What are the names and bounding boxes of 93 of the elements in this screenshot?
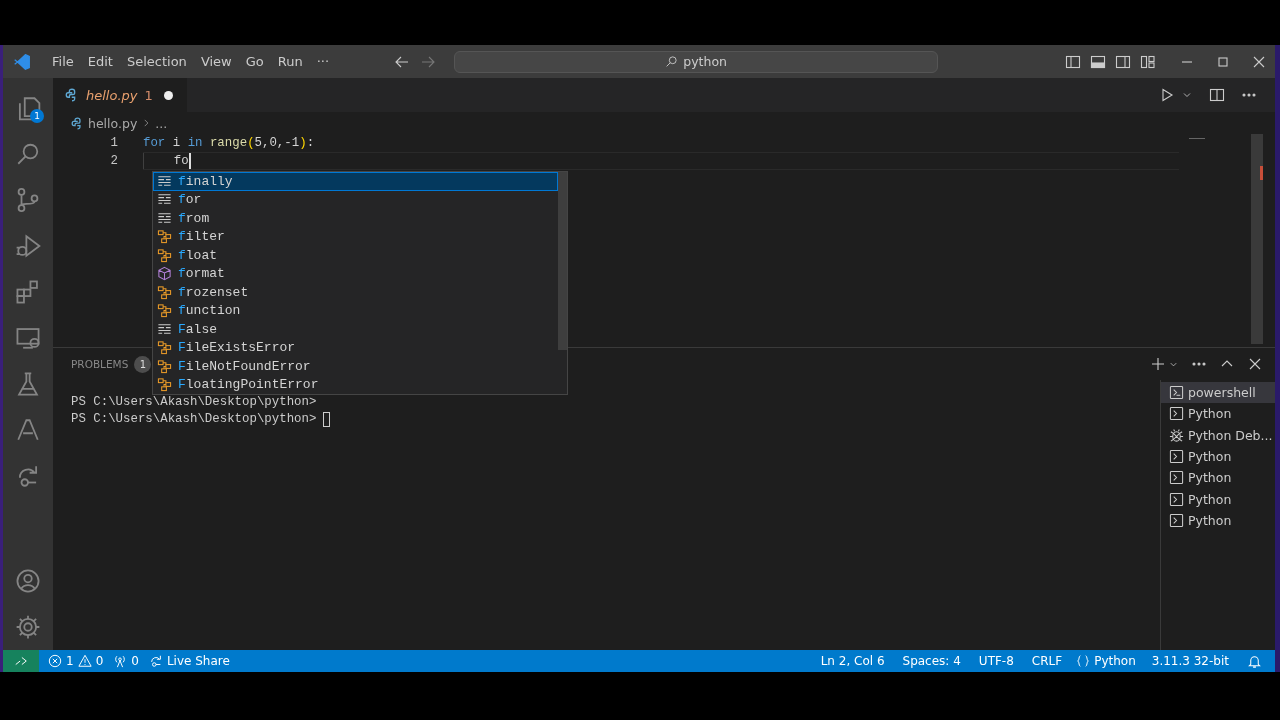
suggestion-item[interactable]: float: [153, 246, 558, 265]
bug-icon: [1169, 427, 1184, 443]
suggestion-item[interactable]: False: [153, 320, 558, 339]
close-icon[interactable]: [1247, 356, 1263, 372]
remote-icon: [14, 654, 28, 668]
breadcrumb-item[interactable]: hello.py: [88, 115, 138, 131]
scrollbar[interactable]: [1251, 134, 1263, 344]
cube-icon: [157, 266, 172, 282]
python-file-icon: [71, 116, 84, 130]
menu-item[interactable]: File: [45, 51, 81, 72]
terminal-line: PS C:\Users\Akash\Desktop\python>: [71, 411, 317, 428]
keyword-icon: [157, 210, 172, 226]
extensions-icon[interactable]: [15, 278, 41, 305]
suggestion-item[interactable]: filter: [153, 227, 558, 246]
editor-tab[interactable]: hello.py 1: [53, 78, 187, 112]
indentation-status[interactable]: Spaces: 4: [897, 650, 966, 672]
terminal-item[interactable]: Python: [1161, 445, 1275, 468]
terminal-item[interactable]: Python Deb...: [1161, 424, 1275, 446]
suggestion-item[interactable]: FloatingPointError: [153, 375, 558, 394]
terminal-item[interactable]: Python: [1161, 488, 1275, 510]
cursor-position[interactable]: Ln 2, Col 6: [815, 650, 890, 672]
class-icon: [157, 229, 172, 245]
warning-icon: [77, 654, 92, 668]
run-icon[interactable]: [1159, 87, 1175, 103]
menu-item[interactable]: Edit: [80, 51, 120, 72]
line-number: 1: [109, 135, 119, 152]
class-icon: [157, 377, 172, 393]
ports-status[interactable]: 0: [108, 650, 144, 672]
suggestion-item[interactable]: from: [153, 209, 558, 228]
terminal-icon: [1169, 406, 1184, 422]
error-icon: [48, 654, 62, 668]
braces-icon: [1076, 654, 1091, 668]
branch-icon[interactable]: [15, 186, 41, 213]
class-icon: [157, 358, 172, 374]
class-icon: [157, 247, 172, 263]
keyword-icon: [157, 321, 172, 337]
problems-status[interactable]: 1 0: [43, 650, 109, 672]
settings-icon[interactable]: [15, 613, 41, 640]
antenna-icon: [113, 654, 128, 668]
suggestion-item[interactable]: FileNotFoundError: [153, 357, 558, 376]
sidebar-toggle-icon[interactable]: [1065, 53, 1081, 70]
terminal-icon: [1169, 512, 1184, 528]
menu-item[interactable]: ···: [309, 51, 337, 72]
suggestion-item[interactable]: format: [153, 264, 558, 283]
suggestion-item[interactable]: function: [153, 301, 558, 320]
suggestion-item[interactable]: FileExistsError: [153, 338, 558, 357]
menu-item[interactable]: Run: [270, 51, 310, 72]
line-ending-status[interactable]: CRLF: [1026, 650, 1068, 672]
search-icon: [665, 55, 679, 68]
suggestion-item[interactable]: finally: [153, 172, 558, 191]
run-debug-icon[interactable]: [15, 232, 41, 259]
keyword-icon: [157, 173, 172, 189]
a-shape-icon[interactable]: [15, 416, 41, 443]
secondary-sidebar-icon[interactable]: [1115, 53, 1131, 70]
panel-tab[interactable]: PROBLEMS 1: [71, 355, 152, 373]
scrollbar[interactable]: [558, 172, 567, 350]
terminal-icon: [1169, 385, 1184, 401]
terminal-icon: [1169, 491, 1184, 507]
app-logo-icon: [13, 52, 31, 71]
menu-item[interactable]: Go: [238, 51, 271, 72]
split-editor-icon[interactable]: [1209, 87, 1225, 103]
plus-icon[interactable]: [1150, 356, 1166, 372]
encoding-status[interactable]: UTF-8: [973, 650, 1019, 672]
panel-toggle-icon[interactable]: [1090, 53, 1106, 70]
code-line: fo: [143, 152, 189, 170]
layout-icon[interactable]: [1140, 53, 1156, 70]
breadcrumb-item[interactable]: ...: [155, 115, 168, 131]
notification-badge: 1: [30, 109, 44, 123]
flask-icon[interactable]: [15, 370, 41, 397]
menu-item[interactable]: Selection: [119, 51, 194, 72]
terminal-item[interactable]: Python: [1161, 403, 1275, 425]
terminal-line: PS C:\Users\Akash\Desktop\python>: [71, 394, 317, 411]
code-line: for i in range(5,0,-1):: [143, 135, 315, 152]
terminal-icon: [1169, 470, 1184, 486]
terminal-item[interactable]: Python: [1161, 509, 1275, 532]
bell-icon: [1247, 653, 1262, 669]
terminal-item[interactable]: Python: [1161, 467, 1275, 489]
class-icon: [157, 340, 172, 356]
line-number: 2: [109, 153, 119, 170]
search-field[interactable]: python: [454, 50, 939, 73]
menu-item[interactable]: View: [193, 51, 239, 72]
suggestion-item[interactable]: for: [153, 190, 558, 209]
interpreter-status[interactable]: 3.11.3 32-bit: [1146, 650, 1234, 672]
terminal-icon: [1169, 449, 1184, 465]
class-icon: [157, 303, 172, 319]
suggestion-item[interactable]: frozenset: [153, 283, 558, 302]
account-icon[interactable]: [15, 567, 41, 594]
class-icon: [157, 284, 172, 300]
share-icon: [148, 654, 163, 668]
unsaved-dot: [163, 90, 173, 100]
terminal-item[interactable]: powershell: [1161, 382, 1275, 404]
language-status[interactable]: Python: [1071, 650, 1141, 672]
live-share-status[interactable]: Live Share: [143, 650, 235, 672]
